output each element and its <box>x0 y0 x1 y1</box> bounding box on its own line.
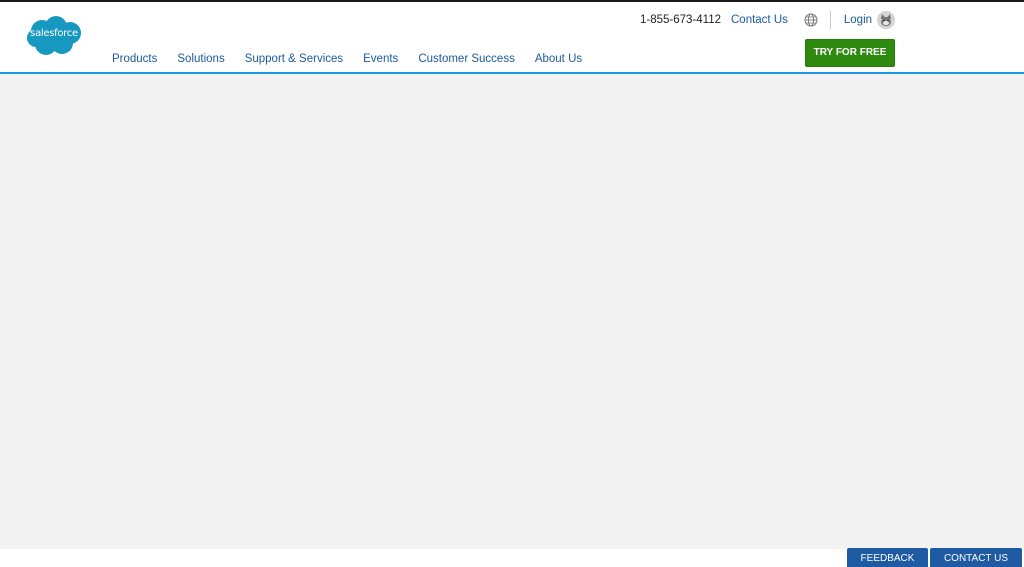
nav-item-customer-success[interactable]: Customer Success <box>408 52 525 70</box>
salesforce-logo[interactable]: salesforce <box>26 15 82 57</box>
globe-icon[interactable] <box>804 13 818 27</box>
nav-item-solutions[interactable]: Solutions <box>167 52 234 70</box>
contact-us-link[interactable]: Contact Us <box>731 14 788 26</box>
nav-item-support-services[interactable]: Support & Services <box>235 52 353 70</box>
login-link[interactable]: Login <box>844 14 872 26</box>
feedback-button[interactable]: FEEDBACK <box>847 548 928 567</box>
contact-us-button[interactable]: CONTACT US <box>930 548 1022 567</box>
utility-bar: 1-855-673-4112 Contact Us Login <box>640 11 896 29</box>
main-content-area <box>0 74 1024 549</box>
site-header: salesforce 1-855-673-4112 Contact Us Log… <box>0 2 1024 72</box>
nav-item-about-us[interactable]: About Us <box>525 52 592 70</box>
nav-item-events[interactable]: Events <box>353 52 408 70</box>
utility-divider <box>829 11 831 29</box>
nav-item-products[interactable]: Products <box>102 52 167 70</box>
main-nav: Products Solutions Support & Services Ev… <box>102 52 592 70</box>
phone-number: 1-855-673-4112 <box>640 14 721 26</box>
user-avatar-icon[interactable] <box>877 11 896 29</box>
try-for-free-button[interactable]: TRY FOR FREE <box>805 39 895 67</box>
logo-wordmark: salesforce <box>30 28 78 39</box>
